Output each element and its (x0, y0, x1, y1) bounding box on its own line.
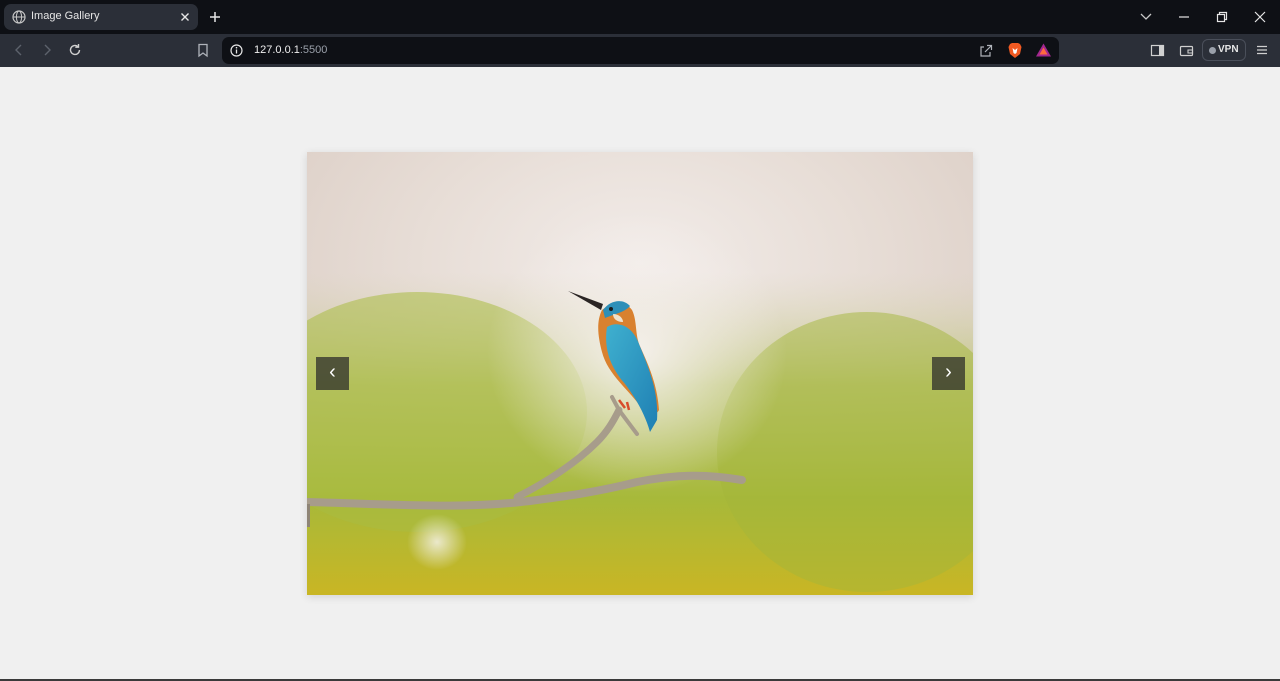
share-icon[interactable] (978, 43, 993, 58)
globe-icon (12, 10, 26, 24)
next-button[interactable]: › (932, 357, 965, 390)
tab-strip: Image Gallery (0, 0, 1280, 34)
close-icon[interactable] (178, 10, 192, 24)
brave-shields-icon[interactable] (1007, 42, 1023, 59)
vpn-status-dot (1209, 47, 1216, 54)
minimize-icon[interactable] (1176, 9, 1192, 25)
vpn-label: VPN (1218, 44, 1239, 55)
image-gallery: ‹ › (307, 152, 973, 595)
wallet-icon[interactable] (1179, 43, 1194, 58)
browser-toolbar: 127.0.0.1:5500 VPN (0, 34, 1280, 67)
gallery-slide (307, 152, 973, 595)
url-host: 127.0.0.1 (254, 44, 300, 56)
forward-icon[interactable] (39, 42, 55, 58)
tab-image-gallery[interactable]: Image Gallery (4, 4, 198, 30)
vpn-button[interactable]: VPN (1202, 39, 1246, 61)
site-info-icon[interactable] (230, 44, 243, 57)
sidebar-icon[interactable] (1150, 43, 1165, 58)
previous-button[interactable]: ‹ (316, 357, 349, 390)
bookmark-icon[interactable] (195, 42, 211, 58)
address-bar[interactable]: 127.0.0.1:5500 (222, 37, 1059, 64)
url-text[interactable]: 127.0.0.1:5500 (254, 44, 327, 56)
reload-icon[interactable] (67, 42, 83, 58)
chevron-down-icon[interactable] (1139, 9, 1153, 23)
back-icon[interactable] (11, 42, 27, 58)
hamburger-menu-icon[interactable] (1255, 43, 1269, 57)
window-close-icon[interactable] (1252, 9, 1268, 25)
new-tab-plus-icon[interactable] (207, 9, 223, 25)
tab-title: Image Gallery (31, 10, 100, 22)
restore-icon[interactable] (1214, 9, 1230, 25)
kingfisher-photo (307, 152, 973, 595)
brave-rewards-icon[interactable] (1035, 42, 1052, 58)
url-port: :5500 (299, 44, 328, 56)
